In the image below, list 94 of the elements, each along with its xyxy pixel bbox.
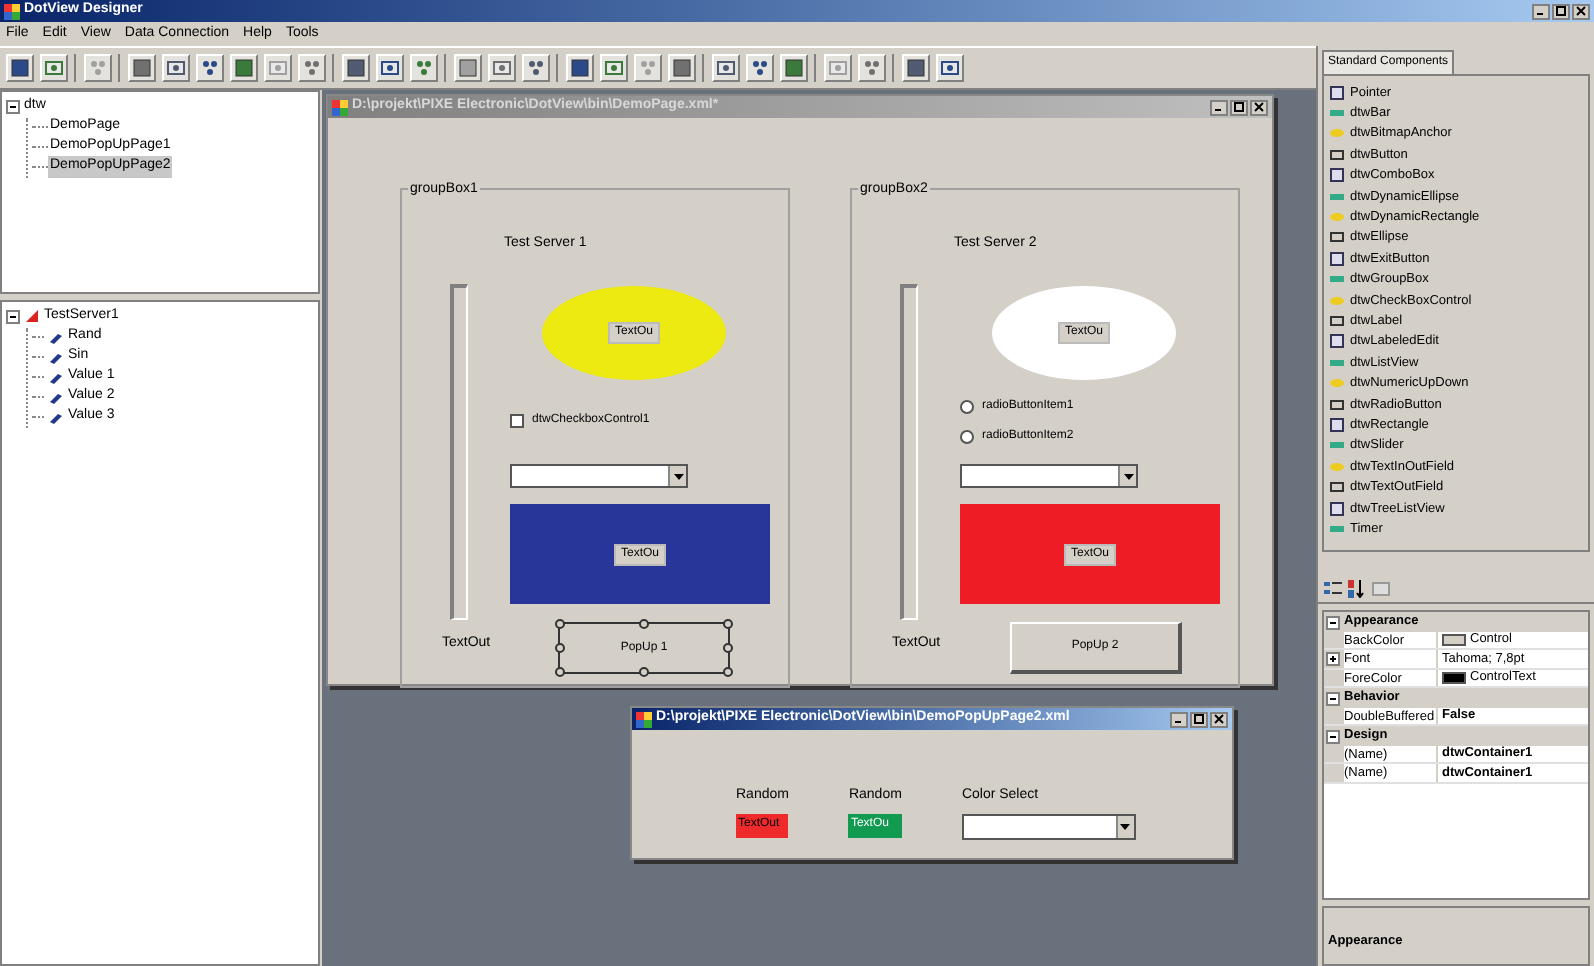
maximize-button[interactable] xyxy=(1190,711,1208,727)
tool-icon xyxy=(302,58,322,78)
tool-icon xyxy=(346,58,366,78)
dropdown-arrow-icon xyxy=(1123,473,1133,479)
sort-icon[interactable] xyxy=(1348,580,1366,599)
maximize-icon xyxy=(1234,102,1244,112)
tool-icon xyxy=(638,58,658,78)
combo-box[interactable] xyxy=(961,813,1136,839)
close-icon xyxy=(1576,6,1586,16)
minimize-button[interactable] xyxy=(1170,711,1188,727)
toolbar-button[interactable] xyxy=(488,54,516,82)
radio-button[interactable] xyxy=(960,400,974,414)
selection-handle[interactable] xyxy=(723,643,733,653)
toolbar-button[interactable] xyxy=(936,54,964,82)
tool-icon xyxy=(784,58,804,78)
toolbar-button[interactable] xyxy=(410,54,438,82)
toolbar-button[interactable] xyxy=(6,54,34,82)
collapse-icon[interactable] xyxy=(6,309,20,324)
tool-icon xyxy=(268,58,288,78)
app-icon xyxy=(636,711,652,727)
toolbar-button[interactable] xyxy=(298,54,326,82)
tool-icon xyxy=(88,58,108,78)
dropdown-arrow-icon xyxy=(673,473,683,479)
tool-icon xyxy=(380,58,400,78)
dropdown-arrow-icon xyxy=(1120,823,1131,829)
toolbar-button[interactable] xyxy=(342,54,370,82)
slider-track[interactable] xyxy=(450,284,468,620)
tool-icon xyxy=(132,58,152,78)
tool-icon xyxy=(672,58,692,78)
toolbar-button[interactable] xyxy=(40,54,68,82)
tool-icon xyxy=(940,58,960,78)
tool-icon xyxy=(526,58,546,78)
selection-handle[interactable] xyxy=(723,619,733,629)
combo-box[interactable] xyxy=(960,464,1138,488)
toolbar-button[interactable] xyxy=(376,54,404,82)
maximize-button[interactable] xyxy=(1552,3,1570,19)
toolbar-button[interactable] xyxy=(746,54,774,82)
maximize-button[interactable] xyxy=(1230,99,1248,115)
categorized-icon[interactable] xyxy=(1324,580,1342,599)
selection-handle[interactable] xyxy=(639,619,649,629)
tool-icon xyxy=(604,58,624,78)
maximize-icon xyxy=(1194,714,1204,724)
toolbar-button[interactable] xyxy=(454,54,482,82)
tool-icon xyxy=(10,58,30,78)
server-icon xyxy=(24,308,40,325)
collapse-icon[interactable] xyxy=(1326,615,1340,630)
tool-icon xyxy=(414,58,434,78)
toolbar-button[interactable] xyxy=(230,54,258,82)
toolbar-button[interactable] xyxy=(780,54,808,82)
radio-button[interactable] xyxy=(960,430,974,444)
tool-icon xyxy=(234,58,254,78)
tool-icon xyxy=(492,58,512,78)
minimize-button[interactable] xyxy=(1532,3,1550,19)
tool-icon xyxy=(458,58,478,78)
tool-icon xyxy=(862,58,882,78)
checkbox[interactable] xyxy=(510,414,524,428)
app-icon xyxy=(332,99,348,115)
collapse-icon[interactable] xyxy=(1326,729,1340,744)
app-icon xyxy=(4,3,20,19)
toolbar-button[interactable] xyxy=(162,54,190,82)
tool-icon xyxy=(166,58,186,78)
tool-icon xyxy=(906,58,926,78)
selection-handle[interactable] xyxy=(723,667,733,677)
maximize-icon xyxy=(1556,6,1566,16)
expand-icon[interactable] xyxy=(1326,652,1340,667)
close-button[interactable] xyxy=(1210,711,1228,727)
collapse-icon[interactable] xyxy=(1326,691,1340,706)
tool-icon xyxy=(828,58,848,78)
close-icon xyxy=(1254,102,1264,112)
selection-handle[interactable] xyxy=(639,667,649,677)
selection-handle[interactable] xyxy=(555,643,565,653)
tool-icon xyxy=(750,58,770,78)
toolbar-button[interactable] xyxy=(522,54,550,82)
toolbar-button[interactable] xyxy=(566,54,594,82)
tool-icon xyxy=(570,58,590,78)
toolbar-button[interactable] xyxy=(858,54,886,82)
toolbar-button[interactable] xyxy=(712,54,740,82)
tool-icon xyxy=(716,58,736,78)
toolbar-button[interactable] xyxy=(128,54,156,82)
selection-handle[interactable] xyxy=(555,667,565,677)
combo-box[interactable] xyxy=(510,464,688,488)
tool-icon xyxy=(44,58,64,78)
selection-handle[interactable] xyxy=(555,619,565,629)
toolbar-button[interactable] xyxy=(902,54,930,82)
toolbar-button[interactable] xyxy=(600,54,628,82)
tool-icon xyxy=(200,58,220,78)
toolbar-button[interactable] xyxy=(668,54,696,82)
minimize-button[interactable] xyxy=(1210,99,1228,115)
slider-track[interactable] xyxy=(900,284,918,620)
collapse-icon[interactable] xyxy=(6,99,20,114)
close-icon xyxy=(1214,714,1224,724)
close-button[interactable] xyxy=(1572,3,1590,19)
toolbar-button[interactable] xyxy=(196,54,224,82)
close-button[interactable] xyxy=(1250,99,1268,115)
